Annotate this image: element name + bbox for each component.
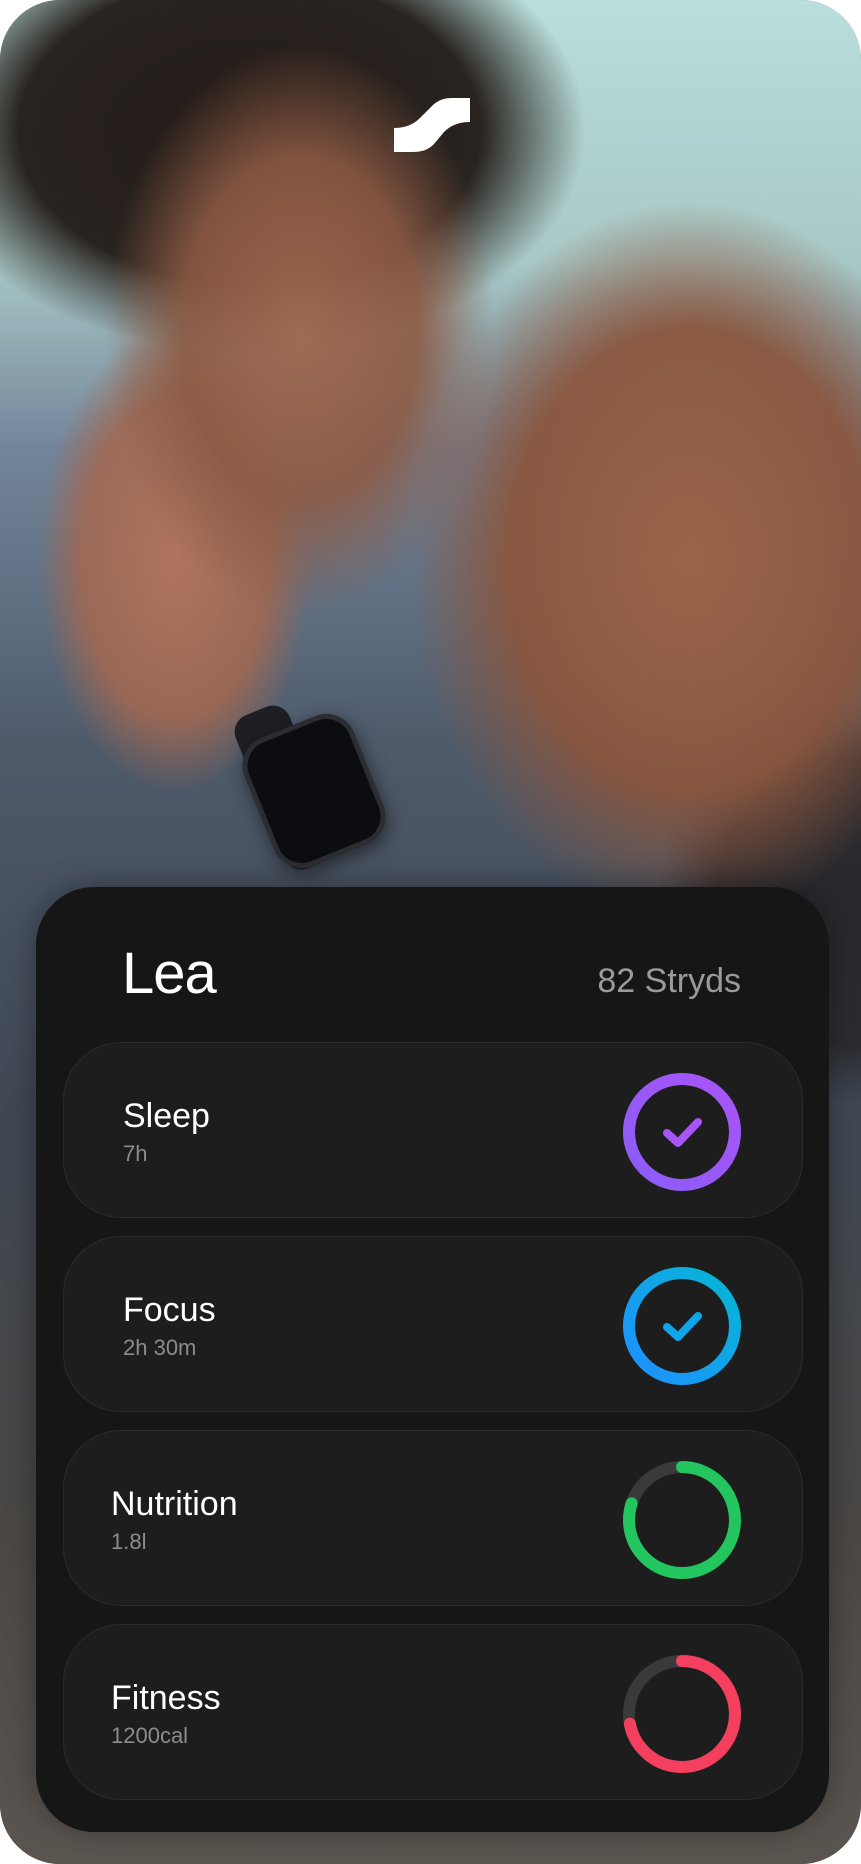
- metric-fitness[interactable]: Fitness 1200cal: [63, 1624, 803, 1800]
- check-icon: [663, 1118, 702, 1147]
- metric-label: Focus: [123, 1291, 216, 1329]
- metric-label: Fitness: [111, 1679, 221, 1717]
- check-icon: [663, 1312, 702, 1341]
- metric-value: 7h: [123, 1141, 148, 1166]
- focus-progress-ring: [623, 1267, 741, 1385]
- nutrition-progress-ring: [623, 1461, 741, 1579]
- stryds-score: 82 Stryds: [597, 962, 741, 1000]
- app-screen: Lea 82 Stryds Sleep 7h Focus 2h 30m Nutr…: [0, 0, 861, 1864]
- sleep-progress-ring: [623, 1073, 741, 1191]
- user-name: Lea: [122, 941, 217, 1006]
- metric-value: 2h 30m: [123, 1335, 197, 1360]
- metric-label: Sleep: [123, 1097, 210, 1135]
- metric-focus[interactable]: Focus 2h 30m: [63, 1236, 803, 1412]
- stryd-logo-icon: [394, 98, 470, 152]
- metric-sleep[interactable]: Sleep 7h: [63, 1042, 803, 1218]
- metric-label: Nutrition: [111, 1485, 238, 1523]
- fitness-progress-ring: [623, 1655, 741, 1773]
- metric-nutrition[interactable]: Nutrition 1.8l: [63, 1430, 803, 1606]
- metric-value: 1.8l: [111, 1529, 147, 1554]
- metric-value: 1200cal: [111, 1723, 189, 1748]
